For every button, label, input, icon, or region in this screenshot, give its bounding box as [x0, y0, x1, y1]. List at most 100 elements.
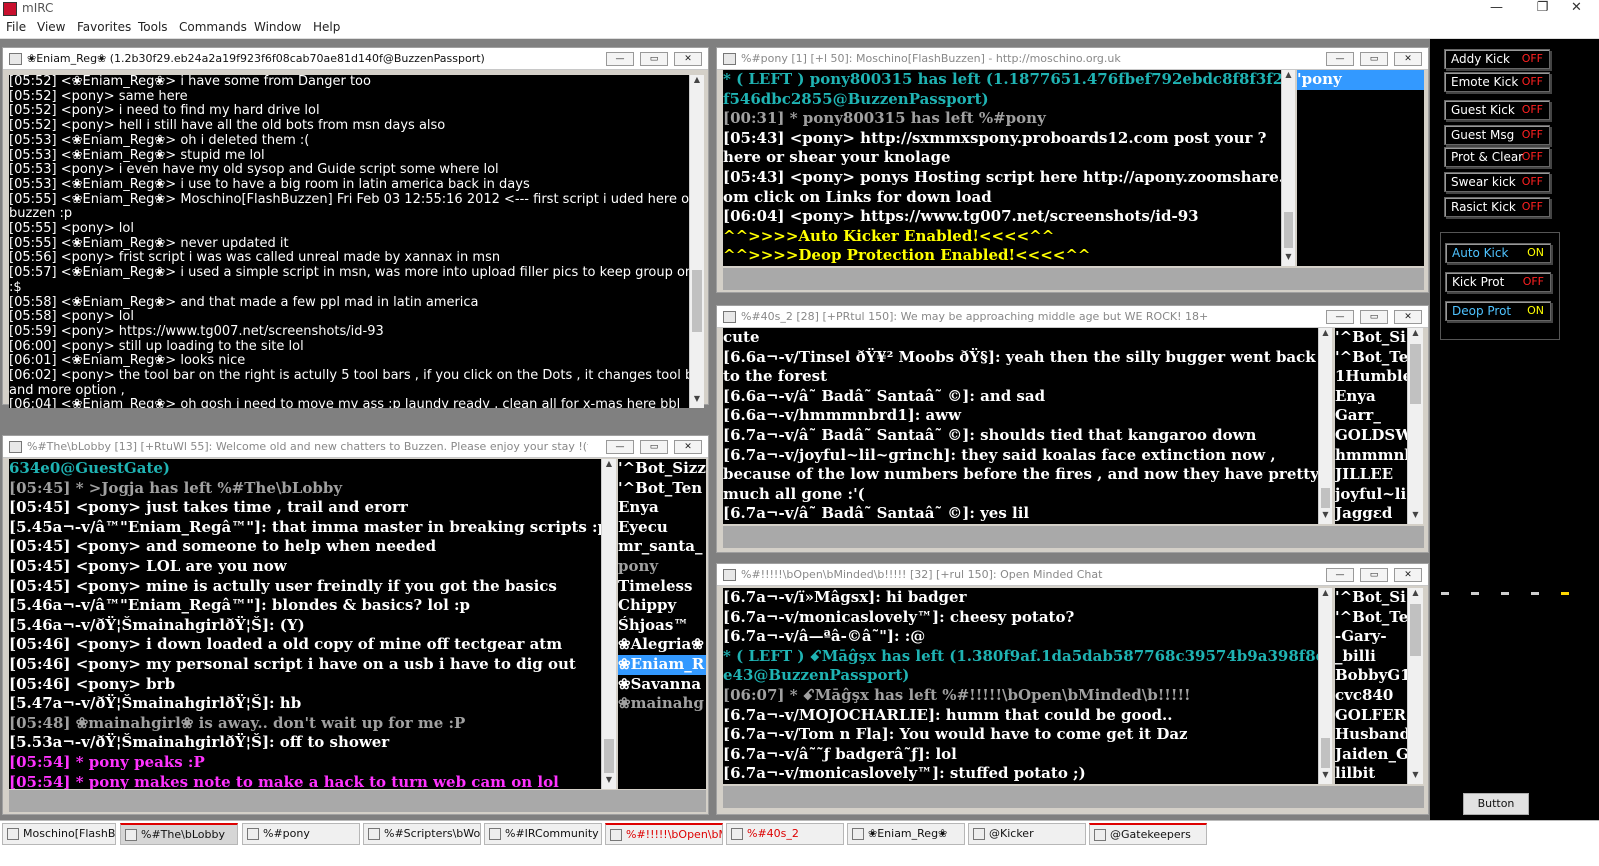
nick-list-item[interactable]: '^Bot_Si: [1335, 328, 1407, 348]
nick-list-item[interactable]: GOLFER1: [1335, 706, 1407, 726]
menu-file[interactable]: File: [6, 20, 26, 34]
scroll-up-arrow-icon[interactable]: ▲: [1408, 588, 1423, 602]
nick-list-item[interactable]: '^Bot_Si: [1335, 588, 1407, 608]
chat-log[interactable]: * ( LEFT ) pony800315 has left (1.187765…: [723, 70, 1281, 266]
dot-icon[interactable]: [1471, 592, 1479, 595]
nick-list-item[interactable]: '^Bot_Te: [1335, 608, 1407, 628]
scroll-down-arrow-icon[interactable]: ▼: [1319, 510, 1332, 524]
nick-list[interactable]: '^Bot_Si '^Bot_Te -Gary- _billi BobbyG1 cvc84…: [1335, 588, 1407, 784]
nick-list-item[interactable]: '^Bot_Te: [1335, 348, 1407, 368]
scroll-thumb[interactable]: [604, 739, 614, 773]
scroll-up-arrow-icon[interactable]: ▲: [1319, 328, 1332, 342]
scroll-thumb[interactable]: [1321, 488, 1330, 508]
nick-list[interactable]: '^Bot_Si '^Bot_Te 1Humble Enya Garr_ GOLDSW hm…: [1335, 328, 1407, 524]
nick-list-item[interactable]: Enya: [618, 498, 706, 518]
nick-list[interactable]: '^Bot_Sizz '^Bot_Ten Enya Eyecu mr_santa_ pon…: [618, 459, 706, 789]
nick-list-item[interactable]: Eyecu: [618, 518, 706, 538]
window-close-button[interactable]: ✕: [1394, 52, 1422, 66]
toolbar-auto-kick-button[interactable]: Auto Kick ON: [1445, 243, 1551, 263]
chat-log[interactable]: 634e0@GuestGate) [05:45] * >Jogja has lef…: [9, 459, 601, 789]
nick-list-item[interactable]: lilbit: [1335, 764, 1407, 784]
nick-list-item[interactable]: Timeless: [618, 577, 706, 597]
scroll-up-arrow-icon[interactable]: ▲: [690, 75, 704, 89]
nick-list-item[interactable]: -Gary-: [1335, 627, 1407, 647]
nick-list-item[interactable]: Jaiden_G: [1335, 745, 1407, 765]
switchbar-item-scripters-world[interactable]: %#Scripters\bWorld: [363, 823, 481, 845]
window-maximize-button[interactable]: ▭: [640, 440, 668, 454]
scroll-thumb[interactable]: [1410, 344, 1421, 404]
toolbar-switch-dots[interactable]: [1439, 592, 1589, 598]
nick-list-item[interactable]: joyful~li: [1335, 485, 1407, 505]
nick-list-item[interactable]: Śhjoas™: [618, 616, 706, 636]
toolbar-racist-kick-button[interactable]: Rasict Kick OFF: [1444, 197, 1550, 217]
scroll-up-arrow-icon[interactable]: ▲: [1408, 328, 1423, 342]
dot-icon[interactable]: [1501, 592, 1509, 595]
minimize-button[interactable]: —: [1474, 0, 1519, 18]
window-maximize-button[interactable]: ▭: [1360, 52, 1388, 66]
chat-log[interactable]: [6.7a¬-v/ï»Mâgsx]: hi badger [6.7a¬-v/mon…: [723, 588, 1318, 784]
window-minimize-button[interactable]: —: [1326, 568, 1354, 582]
toolbar-kick-prot-button[interactable]: Kick Prot OFF: [1445, 272, 1551, 292]
message-input[interactable]: [723, 268, 1424, 290]
scroll-thumb[interactable]: [1410, 604, 1421, 656]
menu-view[interactable]: View: [37, 20, 65, 34]
nick-scrollbar[interactable]: ▲ ▼: [1407, 588, 1423, 784]
nick-list-item[interactable]: mr_santa_: [618, 537, 706, 557]
switchbar-item-eniam-query[interactable]: ❀Eniam_Reg❀: [847, 823, 965, 845]
scroll-down-arrow-icon[interactable]: ▼: [1282, 252, 1295, 266]
window-maximize-button[interactable]: ▭: [1360, 568, 1388, 582]
toolbar-guest-msg-button[interactable]: Guest Msg OFF: [1444, 125, 1550, 145]
scroll-thumb[interactable]: [1284, 212, 1293, 248]
nick-list-item[interactable]: Chippy: [618, 596, 706, 616]
toolbar-addy-kick-button[interactable]: Addy Kick OFF: [1444, 49, 1550, 69]
scroll-down-arrow-icon[interactable]: ▼: [1319, 770, 1332, 784]
scroll-down-arrow-icon[interactable]: ▼: [1408, 770, 1423, 784]
menu-window[interactable]: Window: [254, 20, 301, 34]
window-maximize-button[interactable]: ▭: [640, 52, 668, 66]
chat-scrollbar[interactable]: ▲ ▼: [1318, 588, 1332, 784]
window-caption[interactable]: %#40s_2 [28] [+PRtul 150]: We may be app…: [717, 306, 1428, 328]
scroll-down-arrow-icon[interactable]: ▼: [1408, 510, 1423, 524]
close-button[interactable]: ✕: [1554, 0, 1599, 18]
nick-list-item[interactable]: 1Humble: [1335, 367, 1407, 387]
window-caption[interactable]: %#The\bLobby [13] [+RtuWl 55]: Welcome o…: [3, 436, 708, 458]
toolbar-guest-kick-button[interactable]: Guest Kick OFF: [1444, 100, 1550, 120]
window-maximize-button[interactable]: ▭: [1360, 310, 1388, 324]
switchbar-item-moschino[interactable]: Moschino[FlashBu...: [2, 823, 116, 845]
chat-scrollbar[interactable]: ▲ ▼: [689, 75, 704, 408]
window-close-button[interactable]: ✕: [674, 52, 702, 66]
scroll-up-arrow-icon[interactable]: ▲: [602, 459, 616, 473]
toolbar-emote-kick-button[interactable]: Emote Kick OFF: [1444, 72, 1550, 92]
scroll-down-arrow-icon[interactable]: ▼: [690, 394, 704, 408]
scroll-thumb[interactable]: [1321, 738, 1330, 768]
chat-scrollbar[interactable]: ▲ ▼: [1318, 328, 1332, 524]
nick-list-item[interactable]: Garr_: [1335, 406, 1407, 426]
switchbar-item-kicker[interactable]: @Kicker: [968, 823, 1086, 845]
toolbar-prot-clear-button[interactable]: Prot & Clear OFF: [1444, 147, 1550, 167]
nick-list-item[interactable]: hmmmnb: [1335, 446, 1407, 466]
scroll-up-arrow-icon[interactable]: ▲: [1282, 70, 1295, 84]
nick-list-item[interactable]: pony: [618, 557, 706, 577]
dot-icon[interactable]: [1441, 592, 1449, 595]
nick-list-item[interactable]: cvc840: [1335, 686, 1407, 706]
switchbar-item-40s[interactable]: %#40s_2: [726, 823, 844, 845]
nick-list-item[interactable]: ❀Alegria❀: [618, 635, 706, 655]
window-close-button[interactable]: ✕: [1394, 310, 1422, 324]
switchbar-item-ircommunity[interactable]: %#IRCommunity: [484, 823, 602, 845]
toolbar-plain-button[interactable]: Button: [1463, 793, 1529, 815]
nick-list-item[interactable]: ❀Eniam_R: [618, 654, 706, 675]
nick-list-item[interactable]: GOLDSW: [1335, 426, 1407, 446]
dot-icon[interactable]: [1531, 592, 1539, 595]
toolbar-deop-prot-button[interactable]: Deop Prot ON: [1445, 301, 1551, 321]
message-input[interactable]: [723, 786, 1424, 808]
window-caption[interactable]: ❀Eniam_Reg❀ (1.2b30f29.eb24a2a19f923f6f0…: [3, 48, 708, 70]
nick-list-item[interactable]: Husband: [1335, 725, 1407, 745]
scroll-up-arrow-icon[interactable]: ▲: [1319, 588, 1332, 602]
chat-log[interactable]: [05:52] <❀Eniam_Reg❀> i have some from D…: [9, 75, 689, 408]
window-minimize-button[interactable]: —: [606, 440, 634, 454]
toolbar-swear-kick-button[interactable]: Swear kick OFF: [1444, 172, 1550, 192]
chat-scrollbar[interactable]: ▲ ▼: [1281, 70, 1295, 266]
nick-scrollbar[interactable]: ▲ ▼: [1407, 328, 1423, 524]
nick-list-item[interactable]: 'pony: [1297, 70, 1424, 90]
scroll-thumb[interactable]: [692, 270, 702, 332]
